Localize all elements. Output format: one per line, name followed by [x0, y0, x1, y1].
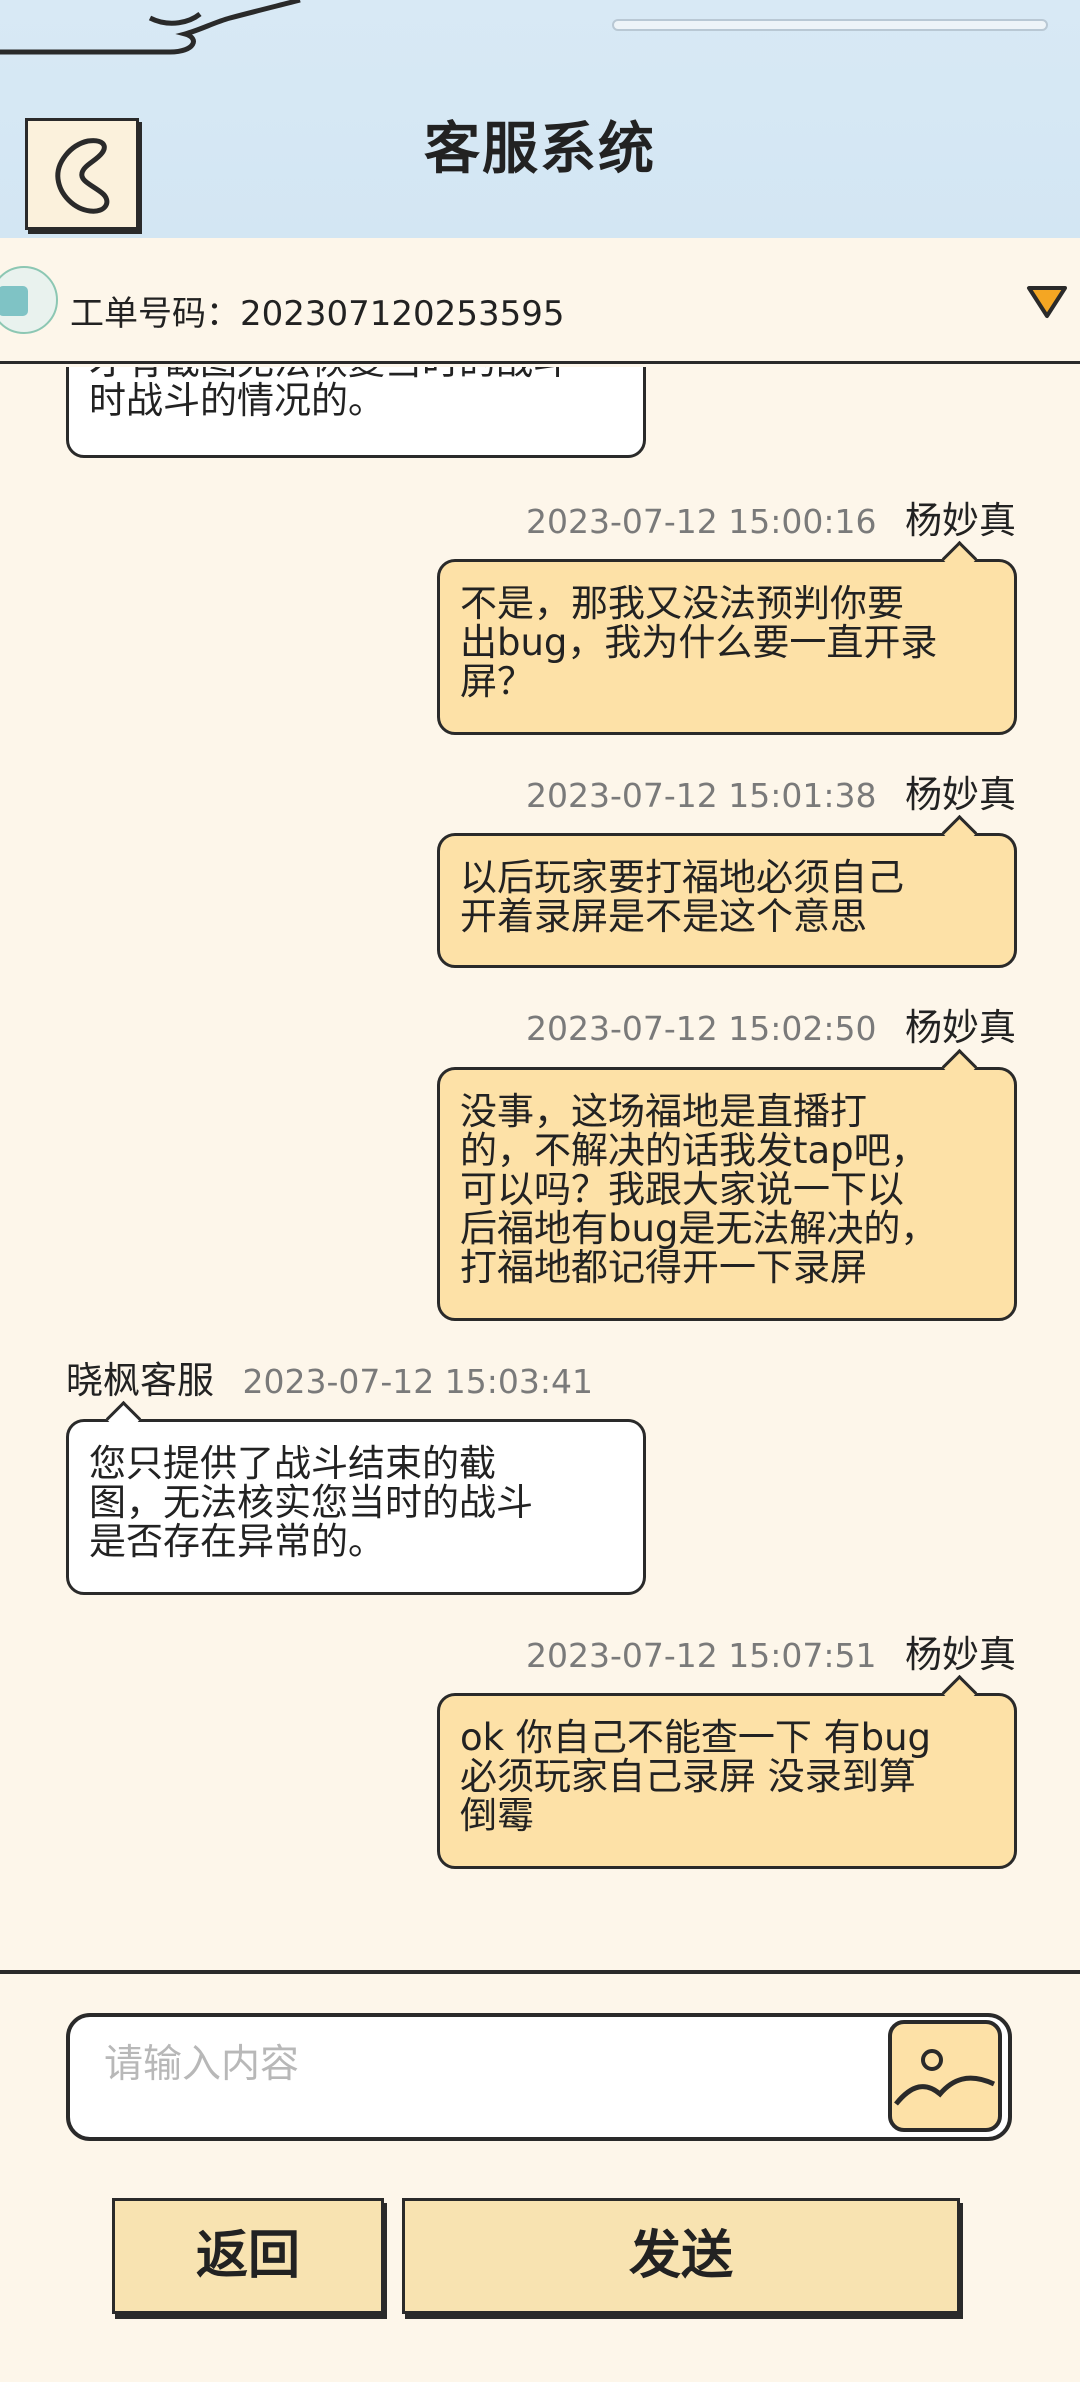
- message-line: 屏？: [460, 660, 534, 703]
- bubble-tail: [941, 1674, 978, 1711]
- message-line: 后福地有bug是无法解决的，: [460, 1207, 938, 1250]
- message-meta: 2023-07-12 15:07:51 杨妙真: [526, 1624, 1016, 1678]
- floating-badge[interactable]: [0, 266, 58, 334]
- sender-name: 晓枫客服: [66, 1359, 214, 1402]
- message-bubble: ok 你自己不能查一下 有bug 必须玩家自己录屏 没录到算 倒霉: [437, 1674, 1017, 1869]
- message-meta: 2023-07-12 15:00:16 杨妙真: [526, 490, 1016, 544]
- message-bubble: 不是，那我又没法预判你要 出bug，我为什么要一直开录 屏？: [437, 540, 1017, 735]
- page-title: 客服系统: [424, 117, 656, 182]
- message-line: 没事，这场福地是直播打: [460, 1090, 867, 1133]
- message-line: 图，无法核实您当时的战斗: [89, 1481, 533, 1524]
- divider: [0, 361, 1080, 364]
- send-button[interactable]: 发送: [402, 2198, 960, 2314]
- sender-name: 杨妙真: [905, 1633, 1016, 1676]
- input-placeholder: 请输入内容: [104, 2042, 300, 2087]
- ticket-number: 工单号码：202307120253595: [70, 294, 565, 334]
- status-bar-strip: [612, 19, 1048, 31]
- message-bubble: 以后玩家要打福地必须自己 开着录屏是不是这个意思: [437, 814, 1017, 968]
- ticket-row: 工单号码：202307120253595: [0, 238, 1080, 364]
- message-line: 出bug，我为什么要一直开录: [460, 621, 938, 664]
- message-meta: 2023-07-12 15:02:50 杨妙真: [526, 997, 1016, 1051]
- header: 客服系统: [0, 0, 1080, 238]
- image-upload-button[interactable]: [888, 2020, 1002, 2132]
- bubble-tail: [105, 1400, 142, 1437]
- message-line: 可以吗？我跟大家说一下以: [460, 1168, 904, 1211]
- image-icon: [894, 2049, 996, 2106]
- message-line: 是否存在异常的。: [89, 1520, 385, 1563]
- message-line: ok 你自己不能查一下 有bug: [460, 1716, 932, 1759]
- message-bubble: 没事，这场福地是直播打 的，不解决的话我发tap吧， 可以吗？我跟大家说一下以 …: [437, 1048, 1017, 1321]
- message-line: 开着录屏是不是这个意思: [460, 895, 867, 938]
- message-timestamp: 2023-07-12 15:00:16: [526, 502, 877, 541]
- message-timestamp: 2023-07-12 15:01:38: [526, 776, 877, 815]
- chat-list[interactable]: 才有截图无法恢复当时的战斗 时战斗的情况的。 2023-07-12 15:00:…: [0, 367, 1080, 1967]
- message-bubble: 才有截图无法恢复当时的战斗 时战斗的情况的。: [66, 367, 646, 458]
- message-line: 您只提供了战斗结束的截: [89, 1442, 496, 1485]
- message-line: 的，不解决的话我发tap吧，: [460, 1129, 928, 1172]
- return-button[interactable]: 返回: [112, 2198, 384, 2314]
- cloud-decoration-icon: [0, 0, 301, 55]
- sender-name: 杨妙真: [905, 499, 1016, 542]
- message-meta: 2023-07-12 15:01:38 杨妙真: [526, 764, 1016, 818]
- bubble-tail: [941, 1048, 978, 1085]
- bubble-tail: [941, 814, 978, 851]
- bubble-tail: [941, 540, 978, 577]
- message-timestamp: 2023-07-12 15:03:41: [242, 1362, 593, 1401]
- message-line: 必须玩家自己录屏 没录到算: [460, 1755, 916, 1798]
- message-line: 倒霉: [460, 1794, 534, 1837]
- message-line: 不是，那我又没法预判你要: [460, 582, 904, 625]
- sender-name: 杨妙真: [905, 773, 1016, 816]
- message-line: 以后玩家要打福地必须自己: [460, 856, 904, 899]
- message-meta: 晓枫客服 2023-07-12 15:03:41: [66, 1350, 593, 1404]
- message-timestamp: 2023-07-12 15:07:51: [526, 1636, 877, 1675]
- sender-name: 杨妙真: [905, 1006, 1016, 1049]
- app-icon: [0, 286, 28, 316]
- divider: [0, 1970, 1080, 1974]
- message-line: 打福地都记得开一下录屏: [460, 1246, 867, 1289]
- message-input[interactable]: 请输入内容: [66, 2013, 1012, 2141]
- message-timestamp: 2023-07-12 15:02:50: [526, 1009, 877, 1048]
- message-bubble: 您只提供了战斗结束的截 图，无法核实您当时的战斗 是否存在异常的。: [66, 1400, 646, 1595]
- dropdown-triangle-icon[interactable]: [1026, 284, 1068, 320]
- message-line: 时战斗的情况的。: [89, 379, 385, 422]
